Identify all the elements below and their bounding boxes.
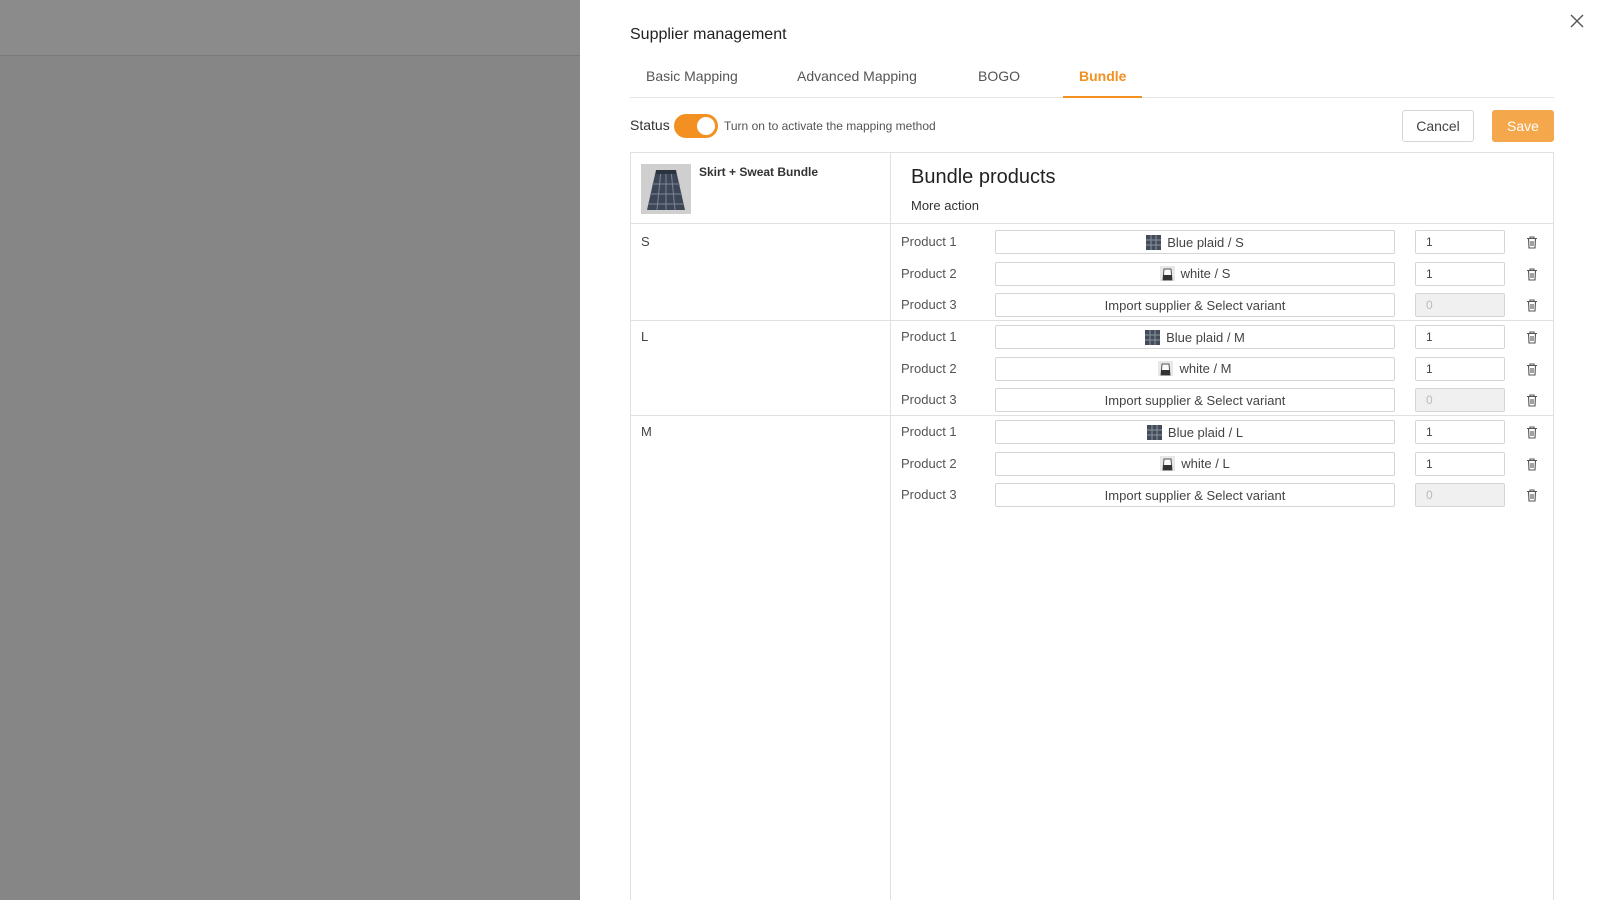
variant-text: Import supplier & Select variant xyxy=(1104,392,1286,408)
size-label: L xyxy=(641,329,649,344)
variant-selector[interactable]: white / M xyxy=(995,356,1395,381)
delete-icon[interactable] xyxy=(1525,330,1539,344)
delete-icon[interactable] xyxy=(1525,457,1539,471)
variant-text: Blue plaid / M xyxy=(1166,329,1245,345)
variant-selector[interactable]: Import supplier & Select variant xyxy=(995,388,1395,412)
product-label: Product 2 xyxy=(901,360,957,376)
quantity-input[interactable] xyxy=(1415,483,1505,507)
tab-advanced-mapping[interactable]: Advanced Mapping xyxy=(781,68,933,98)
delete-icon[interactable] xyxy=(1525,488,1539,502)
quantity-input[interactable] xyxy=(1415,325,1505,349)
variant-thumbnail xyxy=(1159,266,1175,281)
variant-selector[interactable]: white / S xyxy=(995,261,1395,286)
status-label: Status xyxy=(630,117,670,133)
drawer-title: Supplier management xyxy=(630,26,787,43)
bundle-name: Skirt + Sweat Bundle xyxy=(699,165,819,179)
status-help-text: Turn on to activate the mapping method xyxy=(724,119,936,133)
variant-thumbnail xyxy=(1158,361,1174,376)
bundle-products-title: Bundle products xyxy=(911,166,1056,188)
delete-icon[interactable] xyxy=(1525,298,1539,312)
product-row: Product 2 white / S xyxy=(891,258,1553,290)
cancel-button[interactable]: Cancel xyxy=(1402,110,1474,142)
tab-bundle[interactable]: Bundle xyxy=(1063,68,1143,98)
variant-selector[interactable]: Blue plaid / M xyxy=(995,325,1395,349)
variant-selector[interactable]: Import supplier & Select variant xyxy=(995,293,1395,317)
delete-icon[interactable] xyxy=(1525,425,1539,439)
quantity-input[interactable] xyxy=(1415,261,1505,286)
size-group-m: M Product 1 Blue plaid / L Product 2 white /… xyxy=(631,414,1553,511)
tab-basic-mapping[interactable]: Basic Mapping xyxy=(630,68,754,98)
more-action-link[interactable]: More action xyxy=(911,198,979,213)
product-row: Product 2 white / M xyxy=(891,353,1553,385)
delete-icon[interactable] xyxy=(1525,235,1539,249)
delete-icon[interactable] xyxy=(1525,267,1539,281)
bundle-thumbnail xyxy=(641,164,691,214)
variant-selector[interactable]: Blue plaid / L xyxy=(995,420,1395,444)
backdrop-header xyxy=(0,0,580,56)
variant-text: white / M xyxy=(1179,361,1232,376)
product-row: Product 3 Import supplier & Select varian… xyxy=(891,289,1553,321)
status-toggle[interactable] xyxy=(674,114,718,138)
close-icon[interactable] xyxy=(1566,10,1588,32)
quantity-input[interactable] xyxy=(1415,356,1505,381)
toggle-knob xyxy=(697,117,715,135)
size-group-l: L Product 1 Blue plaid / M Product 2 white /… xyxy=(631,319,1553,416)
quantity-input[interactable] xyxy=(1415,388,1505,412)
product-row: Product 1 Blue plaid / M xyxy=(891,321,1553,353)
product-label: Product 3 xyxy=(901,297,957,312)
modal-backdrop[interactable] xyxy=(0,0,580,900)
product-label: Product 1 xyxy=(901,329,957,344)
delete-icon[interactable] xyxy=(1525,393,1539,407)
tab-bogo[interactable]: BOGO xyxy=(962,68,1036,98)
product-label: Product 3 xyxy=(901,487,957,502)
save-button[interactable]: Save xyxy=(1492,110,1554,142)
variant-selector[interactable]: Blue plaid / S xyxy=(995,230,1395,254)
quantity-input[interactable] xyxy=(1415,420,1505,444)
status-row: Status Turn on to activate the mapping m… xyxy=(630,110,1554,142)
variant-selector[interactable]: white / L xyxy=(995,451,1395,476)
product-label: Product 2 xyxy=(901,265,957,281)
variant-thumbnail xyxy=(1146,424,1162,440)
product-row: Product 3 Import supplier & Select varian… xyxy=(891,479,1553,511)
bundle-header: Skirt + Sweat Bundle Bundle products Mor… xyxy=(631,153,1553,224)
bundle-table: Skirt + Sweat Bundle Bundle products Mor… xyxy=(630,152,1554,900)
variant-thumbnail xyxy=(1160,456,1176,471)
product-row: Product 1 Blue plaid / S xyxy=(891,226,1553,258)
variant-thumbnail xyxy=(1146,234,1162,250)
quantity-input[interactable] xyxy=(1415,293,1505,317)
quantity-input[interactable] xyxy=(1415,451,1505,476)
product-row: Product 3 Import supplier & Select varian… xyxy=(891,384,1553,416)
quantity-input[interactable] xyxy=(1415,230,1505,254)
product-label: Product 3 xyxy=(901,392,957,407)
variant-selector[interactable]: Import supplier & Select variant xyxy=(995,483,1395,507)
size-group-s: S Product 1 Blue plaid / S Product 2 white /… xyxy=(631,224,1553,321)
delete-icon[interactable] xyxy=(1525,362,1539,376)
supplier-management-drawer: Supplier management Basic Mapping Advanc… xyxy=(580,0,1600,900)
variant-text: Import supplier & Select variant xyxy=(1104,297,1286,313)
product-label: Product 1 xyxy=(901,424,957,439)
product-label: Product 1 xyxy=(901,234,957,249)
variant-text: Blue plaid / L xyxy=(1167,424,1244,440)
mapping-tabs: Basic Mapping Advanced Mapping BOGO Bund… xyxy=(630,62,1554,98)
variant-text: white / S xyxy=(1180,266,1231,281)
variant-text: Blue plaid / S xyxy=(1167,234,1244,250)
size-label: S xyxy=(641,234,650,249)
variant-text: white / L xyxy=(1181,456,1230,471)
product-label: Product 2 xyxy=(901,455,957,471)
variant-text: Import supplier & Select variant xyxy=(1104,487,1286,503)
product-row: Product 2 white / L xyxy=(891,448,1553,480)
variant-thumbnail xyxy=(1145,329,1161,345)
size-label: M xyxy=(641,424,652,439)
product-row: Product 1 Blue plaid / L xyxy=(891,416,1553,448)
